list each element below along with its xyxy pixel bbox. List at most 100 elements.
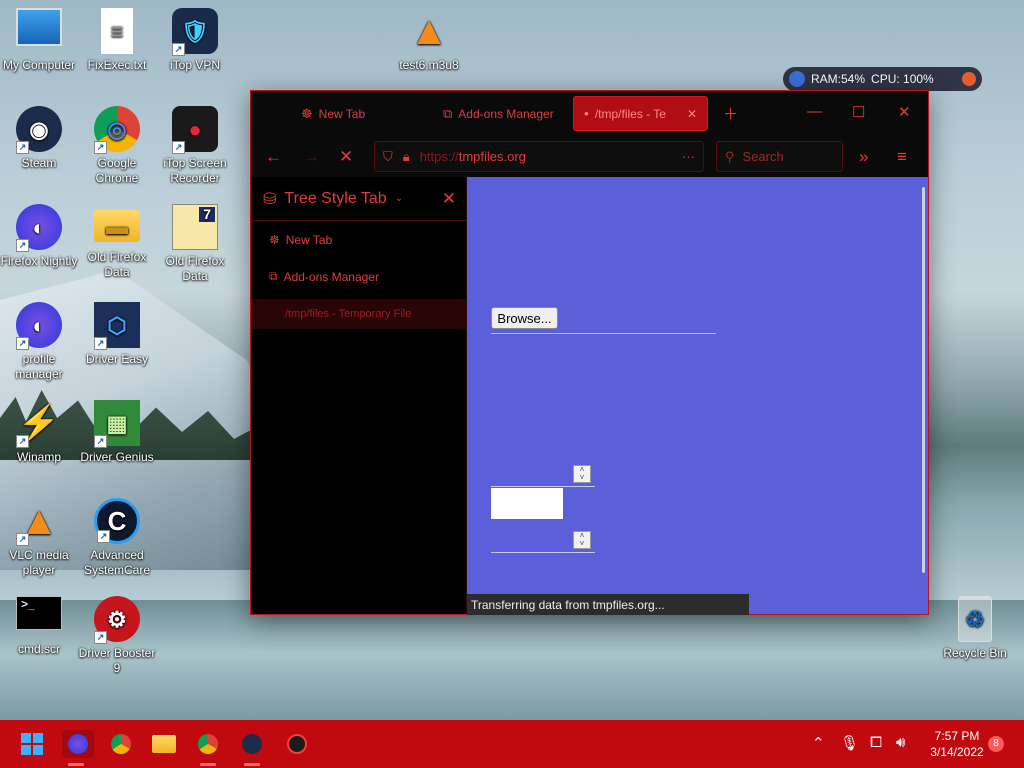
desktop-icon-old-firefox-data-folder[interactable]: ▬ Old Firefox Data (78, 204, 156, 280)
alert-icon (962, 72, 976, 86)
maximize-icon[interactable]: ☐ (852, 103, 865, 121)
submit-button[interactable] (491, 488, 563, 519)
taskbar-chrome-2-icon[interactable] (194, 730, 222, 766)
forward-arrow-icon[interactable]: → (303, 147, 320, 167)
desktop-icon-recycle-bin[interactable]: ♲ Recycle Bin (936, 596, 1014, 661)
taskbar-chrome-icon[interactable] (107, 730, 135, 758)
desktop-icon-label: Driver Easy (85, 352, 148, 366)
url-bar[interactable]: ⛉ 🔒︎ https://tmpfiles.org ··· (374, 141, 704, 172)
browse-file-button[interactable]: Browse... (491, 307, 558, 329)
back-arrow-icon[interactable]: ← (265, 147, 282, 167)
screen-recorder-icon: ● ↗ (172, 106, 218, 154)
desktop-icon-winamp[interactable]: ⚡ ↗ Winamp (0, 400, 78, 465)
desktop-icon-test6[interactable]: ▲ test6.m3u8 (390, 8, 468, 73)
spinner-arrows-icon[interactable]: ˄ ˅ (573, 465, 591, 483)
desktop-icon-driver-genius[interactable]: ▦ ↗ Driver Genius (78, 400, 156, 465)
desktop-icon-label: VLC media player (9, 548, 69, 577)
search-bar[interactable]: ⚲ Search (716, 141, 843, 172)
desktop-icon-itop-vpn[interactable]: 🛡 ↗ iTop VPN (156, 8, 234, 73)
desktop-icon-label: Recycle Bin (943, 646, 1007, 660)
minimize-icon[interactable]: — (807, 103, 822, 120)
steam-icon: ◉ ↗ (16, 106, 62, 154)
recycle-bin-icon: ♲ (958, 596, 992, 642)
close-sidebar-icon[interactable]: ✕ (442, 189, 456, 209)
folder-icon: ▬ (94, 210, 140, 242)
lock-icon[interactable]: 🔒︎ (403, 149, 410, 165)
desktop-icon-label: Firefox Nightly (0, 254, 78, 268)
driver-genius-icon: ▦ ↗ (94, 400, 140, 448)
clock[interactable]: 7:57 PM 3/14/2022 (924, 728, 990, 760)
tab-tmp-files[interactable]: ● /tmp/files - Te ✕ (573, 96, 708, 131)
loading-dot-icon: ● (584, 109, 589, 118)
tab-addons-manager[interactable]: ⧉ Add-ons Manager (433, 96, 564, 131)
desktop-icon-label: Old Firefox Data (165, 254, 225, 283)
chevron-down-icon: ⌄ (394, 193, 404, 204)
desktop-icon-driver-booster[interactable]: ⚙ ↗ Driver Booster 9 (78, 596, 156, 676)
tab-bar: ☸ New Tab ⧉ Add-ons Manager ● /tmp/files… (251, 91, 928, 137)
spinner-arrows-icon[interactable]: ˄ ˅ (573, 531, 591, 549)
taskbar-firefox-nightly-icon[interactable] (62, 730, 94, 766)
desktop-icon-label: Google Chrome (95, 156, 139, 185)
driver-easy-icon: ⬡ ↗ (94, 302, 140, 350)
desktop-icon-cmd[interactable]: >_ cmd.scr (0, 596, 78, 657)
microphone-icon[interactable]: 🎙︎ (840, 734, 859, 752)
desktop-icon-label: My Computer (2, 58, 76, 72)
winamp-icon: ⚡ ↗ (16, 403, 61, 448)
stop-loading-icon[interactable]: ✕ (339, 147, 353, 167)
tree-style-tab-sidebar: ⛁ Tree Style Tab ⌄ ✕ ☸ New Tab ⧉ Add-ons… (251, 177, 467, 614)
taskbar: ⌃ 🎙︎ ⧠ 🔊︎ 7:57 PM 3/14/2022 (0, 720, 1024, 768)
desktop-icon-profile-manager[interactable]: ◐ ↗ profile manager (0, 302, 78, 382)
desktop-icon-advanced-systemcare[interactable]: C ↗ Advanced SystemCare (78, 498, 156, 578)
sidebar-item-label: Add-ons Manager (283, 269, 379, 284)
taskbar-driver-booster-icon[interactable] (283, 730, 311, 758)
desktop-icon-label: iTop Screen Recorder (163, 156, 227, 185)
close-window-icon[interactable]: ✕ (898, 103, 911, 121)
clock-time: 7:57 PM (934, 729, 980, 743)
tab-new-tab[interactable]: ☸ New Tab (291, 96, 375, 131)
desktop-icon-chrome[interactable]: ◎ ↗ Google Chrome (78, 106, 156, 186)
sidebar-item-addons-manager[interactable]: ⧉ Add-ons Manager (251, 258, 466, 295)
desktop-icon-label: iTop VPN (169, 58, 221, 72)
tab-label: Add-ons Manager (458, 106, 554, 121)
desktop-icon-itop-recorder[interactable]: ● ↗ iTop Screen Recorder (156, 106, 234, 186)
close-tab-icon[interactable]: ✕ (687, 107, 697, 121)
desktop-icon-label: FixExec.txt (87, 58, 147, 72)
desktop-icon-vlc[interactable]: ▲ ↗ VLC media player (0, 498, 78, 578)
desktop-icon-label: test6.m3u8 (399, 58, 459, 72)
volume-icon[interactable]: 🔊︎ (896, 734, 905, 751)
vpn-shield-icon: 🛡 ↗ (172, 8, 218, 56)
sidebar-item-new-tab[interactable]: ☸ New Tab (251, 221, 466, 258)
ram-usage: RAM:54% (811, 72, 866, 86)
taskbar-file-explorer-icon[interactable] (150, 730, 178, 758)
performance-widget[interactable]: RAM:54% CPU: 100% (783, 67, 982, 91)
network-icon[interactable]: ⧠ (870, 734, 882, 751)
sidebar-item-tmp-files[interactable]: /tmp/files - Temporary File (251, 299, 466, 329)
text-file-icon: ≡ (101, 8, 133, 54)
terminal-icon: >_ (16, 596, 62, 630)
desktop-icon-my-computer[interactable]: My Computer (0, 8, 78, 73)
new-tab-plus-icon[interactable]: ＋ (723, 103, 738, 124)
desktop-icon-steam[interactable]: ◉ ↗ Steam (0, 106, 78, 171)
sidebar-header[interactable]: ⛁ Tree Style Tab ⌄ ✕ (251, 177, 466, 221)
page-actions-icon[interactable]: ··· (682, 149, 695, 164)
show-hidden-icons-chevron-icon[interactable]: ⌃ (812, 734, 825, 752)
desktop-icon-old-firefox-data-archive[interactable]: 7 Old Firefox Data (156, 204, 234, 284)
notification-badge[interactable]: 8 (988, 736, 1004, 752)
number-input-2[interactable]: ˄ ˅ (491, 529, 595, 553)
number-input-1[interactable]: ˄ ˅ (491, 463, 595, 487)
scrollbar[interactable] (922, 187, 925, 573)
hamburger-menu-icon[interactable]: ≡ (897, 147, 907, 167)
overflow-chevron-icon[interactable]: » (859, 147, 868, 167)
vlc-cone-icon: ▲ (409, 8, 449, 53)
file-input-underline (491, 333, 716, 334)
desktop-icon-driver-easy[interactable]: ⬡ ↗ Driver Easy (78, 302, 156, 367)
start-windows-icon[interactable] (18, 730, 46, 758)
desktop-icon-fixexec[interactable]: ≡ FixExec.txt (78, 8, 156, 73)
sidebar-item-label: New Tab (285, 232, 333, 247)
taskbar-steam-icon[interactable] (238, 730, 266, 766)
systemcare-icon: C ↗ (94, 498, 140, 544)
search-icon: ⚲ (725, 148, 735, 164)
desktop-icon-firefox-nightly[interactable]: ◐ ↗ Firefox Nightly (0, 204, 78, 269)
desktop-icon-label: Steam (21, 156, 57, 170)
shield-icon[interactable]: ⛉ (383, 149, 393, 165)
